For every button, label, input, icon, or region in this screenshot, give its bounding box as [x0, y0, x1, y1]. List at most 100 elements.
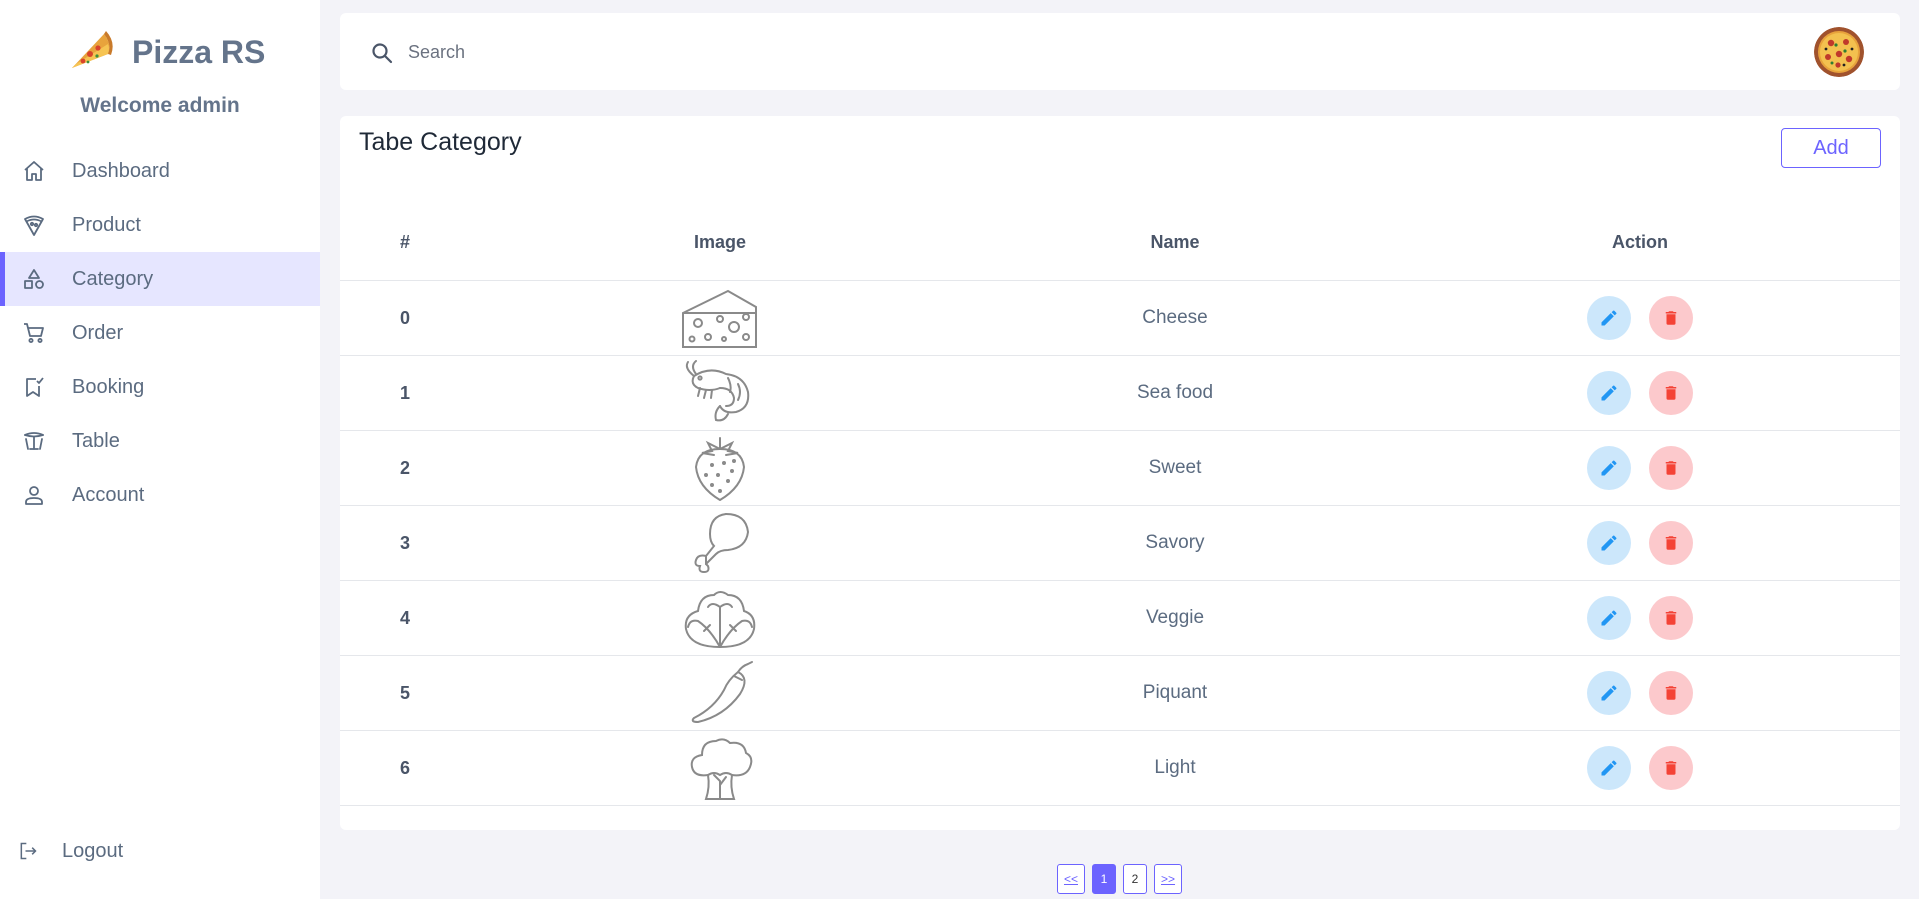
next-page-button[interactable]: >>: [1154, 864, 1183, 894]
delete-button[interactable]: [1649, 446, 1693, 490]
welcome-text: Welcome admin: [80, 94, 240, 117]
logout-label: Logout: [62, 839, 124, 862]
row-index: 1: [399, 382, 410, 403]
row-name: Veggie: [1145, 607, 1205, 628]
sidebar-item-account[interactable]: Account: [0, 468, 320, 522]
sidebar-item-label: Category: [72, 267, 154, 290]
row-name: Sweet: [1148, 457, 1202, 478]
cart-icon: [20, 319, 48, 347]
page-title: Tabe Category: [359, 128, 522, 156]
sidebar: Pizza RS Welcome admin Dashboard Product…: [0, 0, 320, 899]
category-table: # Image Name Action 0 Cheese 1 Sea food: [340, 204, 1900, 806]
edit-button[interactable]: [1587, 521, 1631, 565]
edit-button[interactable]: [1587, 671, 1631, 715]
row-index: 2: [399, 457, 410, 478]
row-name: Light: [1154, 757, 1196, 778]
trash-icon: [1665, 761, 1677, 775]
delete-button[interactable]: [1649, 596, 1693, 640]
sidebar-item-order[interactable]: Order: [0, 306, 320, 360]
edit-button[interactable]: [1587, 596, 1631, 640]
pencil-icon: [1601, 460, 1617, 476]
sidebar-item-product[interactable]: Product: [0, 198, 320, 252]
top-bar: [340, 13, 1900, 90]
home-icon: [20, 157, 48, 185]
cheese-icon: [682, 289, 757, 348]
prev-page-button[interactable]: <<: [1056, 864, 1085, 894]
brand-name: Pizza RS: [132, 33, 266, 70]
table-icon: [20, 427, 48, 455]
sidebar-item-label: Product: [72, 213, 141, 236]
trash-icon: [1665, 311, 1677, 325]
pagination: << 1 2 >>: [0, 864, 1919, 894]
delete-button[interactable]: [1649, 371, 1693, 415]
table-header: # Image Name Action: [340, 204, 1900, 281]
table-row: 6 Light: [340, 731, 1900, 806]
row-index: 0: [399, 307, 410, 328]
brand[interactable]: Pizza RS: [64, 28, 265, 76]
pizza-avatar-icon: [1814, 27, 1864, 77]
page-button-2[interactable]: 2: [1123, 864, 1147, 894]
row-index: 5: [399, 682, 410, 703]
row-name: Piquant: [1142, 682, 1208, 703]
trash-icon: [1665, 611, 1677, 625]
broccoli-icon: [690, 738, 753, 800]
sidebar-item-label: Account: [72, 483, 145, 506]
delete-button[interactable]: [1649, 746, 1693, 790]
search-input[interactable]: [408, 35, 1108, 69]
edit-button[interactable]: [1587, 296, 1631, 340]
delete-button[interactable]: [1649, 296, 1693, 340]
logout-button[interactable]: Logout: [18, 836, 123, 866]
table-row: 5 Piquant: [340, 656, 1900, 731]
pencil-icon: [1601, 685, 1617, 701]
edit-button[interactable]: [1587, 446, 1631, 490]
pizza-logo-icon: [72, 31, 113, 68]
table-row: 2 Sweet: [340, 431, 1900, 506]
edit-button[interactable]: [1587, 746, 1631, 790]
row-name: Sea food: [1136, 382, 1214, 403]
search-icon: [372, 43, 393, 64]
category-card: Tabe Category Add # Image Name Action 0 …: [340, 116, 1900, 830]
bookmark-check-icon: [20, 373, 48, 401]
add-button[interactable]: Add: [1781, 128, 1881, 168]
chili-icon: [691, 661, 753, 724]
sidebar-item-label: Dashboard: [72, 159, 170, 182]
shapes-icon: [20, 265, 48, 293]
row-name: Cheese: [1142, 307, 1208, 328]
sidebar-item-dashboard[interactable]: Dashboard: [0, 144, 320, 198]
sidebar-item-booking[interactable]: Booking: [0, 360, 320, 414]
column-header-action: Action: [1612, 231, 1668, 252]
pencil-icon: [1601, 760, 1617, 776]
column-header-index: #: [399, 231, 410, 252]
trash-icon: [1665, 461, 1677, 475]
trash-icon: [1665, 386, 1677, 400]
row-index: 6: [399, 757, 410, 778]
table-row: 3 Savory: [340, 506, 1900, 581]
table-row: 4 Veggie: [340, 581, 1900, 656]
pizza-slice-icon: [20, 211, 48, 239]
lettuce-icon: [684, 591, 756, 649]
trash-icon: [1665, 686, 1677, 700]
column-header-name: Name: [1150, 231, 1200, 252]
row-name: Savory: [1145, 532, 1205, 553]
table-row: 1 Sea food: [340, 356, 1900, 431]
sidebar-item-category[interactable]: Category: [0, 252, 320, 306]
strawberry-icon: [694, 437, 746, 501]
pencil-icon: [1601, 385, 1617, 401]
pencil-icon: [1601, 610, 1617, 626]
avatar[interactable]: [1814, 27, 1864, 77]
sidebar-item-table[interactable]: Table: [0, 414, 320, 468]
user-icon: [20, 481, 48, 509]
column-header-image: Image: [693, 231, 747, 252]
table-row: 0 Cheese: [340, 281, 1900, 356]
page-button-1[interactable]: 1: [1092, 864, 1116, 894]
row-index: 3: [399, 532, 410, 553]
sidebar-item-label: Booking: [72, 375, 145, 398]
edit-button[interactable]: [1587, 371, 1631, 415]
shrimp-icon: [685, 360, 750, 422]
logout-icon: [20, 842, 37, 860]
chicken-leg-icon: [694, 513, 750, 574]
pencil-icon: [1601, 310, 1617, 326]
delete-button[interactable]: [1649, 521, 1693, 565]
delete-button[interactable]: [1649, 671, 1693, 715]
sidebar-item-label: Table: [72, 429, 120, 452]
